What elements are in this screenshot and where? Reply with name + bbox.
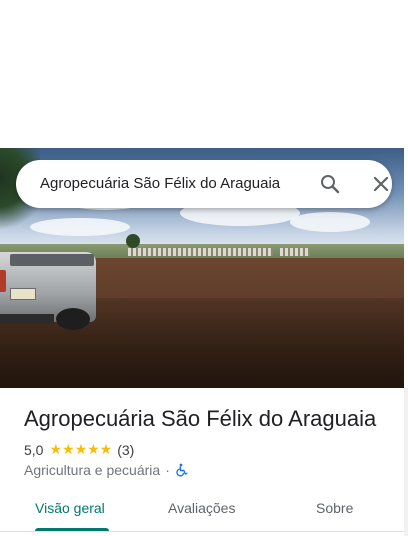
tab-overview[interactable]: Visão geral bbox=[35, 500, 105, 516]
truck-bed bbox=[10, 254, 94, 266]
cloud bbox=[290, 212, 370, 232]
truck-wheel bbox=[56, 308, 90, 330]
wheelchair-icon[interactable] bbox=[175, 463, 189, 477]
truck-plate bbox=[10, 288, 36, 300]
cattle-herd bbox=[128, 248, 273, 256]
tab-reviews[interactable]: Avaliações bbox=[168, 500, 235, 516]
search-box[interactable]: Agropecuária São Félix do Araguaia bbox=[16, 160, 392, 208]
tab-about[interactable]: Sobre bbox=[316, 500, 353, 516]
place-title: Agropecuária São Félix do Araguaia bbox=[24, 406, 377, 431]
tab-bar: Visão geral Avaliações Sobre bbox=[0, 490, 404, 532]
top-blank-area bbox=[0, 0, 408, 148]
rating-stars: ★★★★★ bbox=[49, 441, 113, 457]
cattle-herd bbox=[280, 248, 310, 256]
truck-bumper bbox=[0, 314, 54, 324]
tree bbox=[126, 234, 140, 248]
close-icon[interactable] bbox=[369, 172, 393, 196]
category-row: Agricultura e pecuária · bbox=[24, 462, 189, 478]
scrollbar-track[interactable] bbox=[404, 388, 408, 536]
cloud bbox=[30, 218, 130, 236]
place-category[interactable]: Agricultura e pecuária bbox=[24, 462, 160, 478]
active-tab-indicator bbox=[35, 528, 109, 531]
search-icon[interactable] bbox=[318, 172, 342, 196]
search-input[interactable]: Agropecuária São Félix do Araguaia bbox=[40, 175, 280, 192]
rating-value: 5,0 bbox=[24, 441, 44, 458]
review-count[interactable]: (3) bbox=[117, 442, 134, 458]
truck-taillight bbox=[0, 270, 6, 292]
rating-row: 5,0 ★★★★★ (3) bbox=[24, 441, 134, 458]
separator-dot: · bbox=[165, 462, 170, 478]
